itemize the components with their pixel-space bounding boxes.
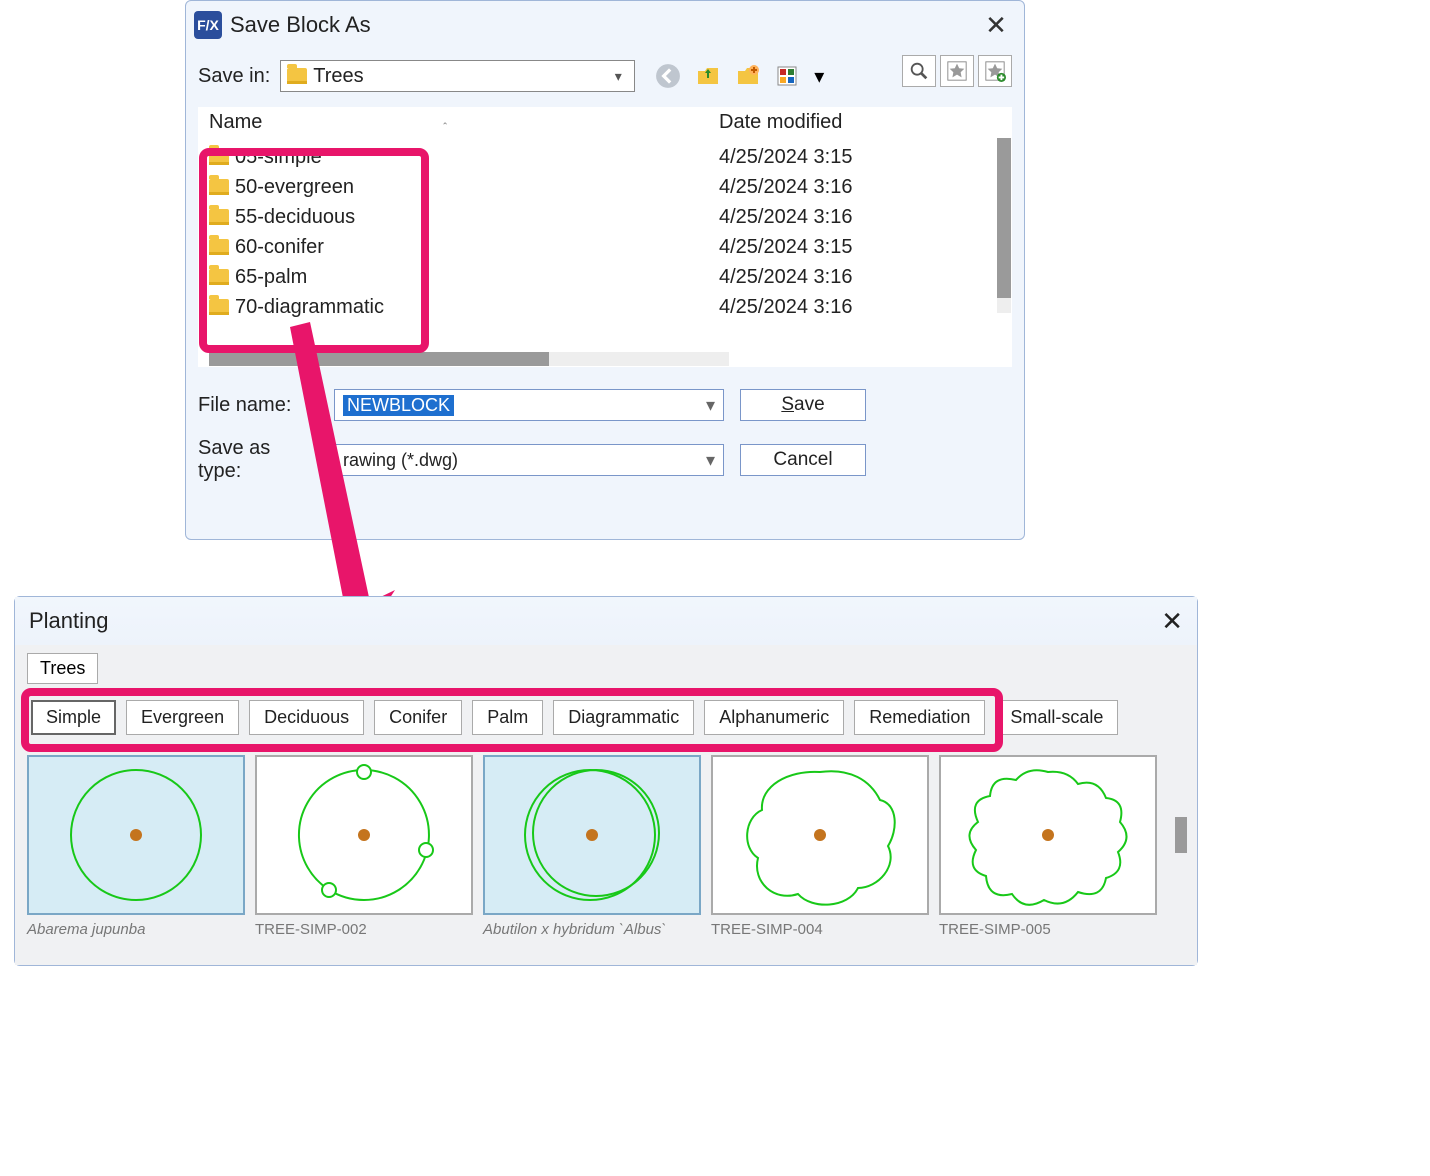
- save-as-type-field[interactable]: rawing (*.dwg) ▾: [334, 444, 724, 476]
- category-alphanumeric[interactable]: Alphanumeric: [704, 700, 844, 735]
- thumbnail-item[interactable]: Abutilon x hybridum `Albus`: [483, 755, 701, 938]
- folder-icon: [209, 299, 229, 315]
- save-in-combo[interactable]: Trees ▾: [280, 60, 635, 92]
- folder-icon: [209, 239, 229, 255]
- views-icon[interactable]: [771, 60, 805, 92]
- thumbnail-label: TREE-SIMP-002: [255, 921, 473, 938]
- folder-icon: [209, 269, 229, 285]
- folder-icon: [209, 179, 229, 195]
- chevron-down-icon[interactable]: ▾: [706, 395, 715, 416]
- category-simple[interactable]: Simple: [31, 700, 116, 735]
- save-in-label: Save in:: [198, 65, 270, 88]
- save-block-as-dialog: F/X Save Block As ✕ Save in: Trees ▾: [185, 0, 1025, 540]
- chevron-down-icon[interactable]: ▾: [706, 450, 715, 471]
- save-in-row: Save in: Trees ▾ ▾: [198, 55, 1012, 97]
- fx-logo-icon: F/X: [194, 11, 222, 39]
- dialog-title: Planting: [29, 608, 1161, 634]
- thumbnail-preview[interactable]: [711, 755, 929, 915]
- planting-dialog: Planting ✕ Trees Simple Evergreen Deciduou…: [14, 596, 1198, 966]
- thumbnail-preview[interactable]: [939, 755, 1157, 915]
- folder-date: 4/25/2024 3:16: [719, 266, 1011, 289]
- category-evergreen[interactable]: Evergreen: [126, 700, 239, 735]
- folder-icon: [287, 68, 307, 84]
- sort-caret-icon: ＾: [439, 121, 451, 138]
- file-name-value: NEWBLOCK: [343, 395, 454, 416]
- add-favorite-icon[interactable]: [978, 55, 1012, 87]
- folder-name: 65-palm: [235, 266, 307, 289]
- thumbnail-label: Abutilon x hybridum `Albus`: [483, 921, 701, 938]
- folder-name: 55-deciduous: [235, 206, 355, 229]
- file-list: Name ＾ Date modified 05-simple 4/25/2024…: [198, 107, 1012, 367]
- scrollbar-thumb[interactable]: [1175, 817, 1187, 853]
- save-button[interactable]: Save: [740, 389, 866, 421]
- category-bar: Simple Evergreen Deciduous Conifer Palm Diagr…: [27, 692, 1185, 743]
- chevron-down-icon[interactable]: ▾: [608, 68, 628, 85]
- file-name-label: File name:: [198, 394, 318, 417]
- close-icon[interactable]: ✕: [976, 10, 1016, 41]
- folder-name: 50-evergreen: [235, 176, 354, 199]
- thumbnail-label: TREE-SIMP-004: [711, 921, 929, 938]
- cancel-button[interactable]: Cancel: [740, 444, 866, 476]
- category-diagrammatic[interactable]: Diagrammatic: [553, 700, 694, 735]
- vertical-scrollbar[interactable]: [997, 138, 1011, 313]
- save-as-type-value: rawing (*.dwg): [343, 450, 458, 471]
- search-icon[interactable]: [902, 55, 936, 87]
- thumbnail-label: Abarema jupunba: [27, 921, 245, 938]
- category-deciduous[interactable]: Deciduous: [249, 700, 364, 735]
- thumbnail-item[interactable]: TREE-SIMP-004: [711, 755, 929, 938]
- category-conifer[interactable]: Conifer: [374, 700, 462, 735]
- up-folder-icon[interactable]: [691, 60, 725, 92]
- folder-icon: [209, 209, 229, 225]
- category-small-scale[interactable]: Small-scale: [995, 700, 1118, 735]
- folder-row[interactable]: 05-simple 4/25/2024 3:15: [199, 142, 1011, 172]
- folder-row[interactable]: 50-evergreen 4/25/2024 3:16: [199, 172, 1011, 202]
- right-toolbar: [902, 55, 1012, 87]
- thumbnail-preview[interactable]: [27, 755, 245, 915]
- scrollbar-thumb[interactable]: [209, 352, 549, 366]
- tab-trees[interactable]: Trees: [27, 653, 98, 684]
- nav-icons: ▾: [651, 60, 827, 92]
- folder-date: 4/25/2024 3:16: [719, 176, 1011, 199]
- close-icon[interactable]: ✕: [1161, 606, 1183, 637]
- thumbnail-preview[interactable]: [255, 755, 473, 915]
- folder-date: 4/25/2024 3:15: [719, 236, 1011, 259]
- folder-row[interactable]: 55-deciduous 4/25/2024 3:16: [199, 202, 1011, 232]
- dialog-title: Save Block As: [230, 12, 976, 38]
- col-date-header[interactable]: Date modified: [719, 111, 1011, 134]
- folder-row[interactable]: 70-diagrammatic 4/25/2024 3:16: [199, 292, 1011, 322]
- col-name-header[interactable]: Name ＾: [209, 111, 719, 134]
- scrollbar-thumb[interactable]: [997, 138, 1011, 298]
- thumbnail-item[interactable]: TREE-SIMP-005: [939, 755, 1157, 938]
- horizontal-scrollbar[interactable]: [209, 352, 729, 366]
- file-list-header: Name ＾ Date modified: [199, 108, 1011, 138]
- file-name-row: File name: NEWBLOCK ▾ Save: [198, 389, 1012, 421]
- thumbnail-item[interactable]: Abarema jupunba: [27, 755, 245, 938]
- folder-row[interactable]: 60-conifer 4/25/2024 3:15: [199, 232, 1011, 262]
- folder-row[interactable]: 65-palm 4/25/2024 3:16: [199, 262, 1011, 292]
- folder-name: 70-diagrammatic: [235, 296, 384, 319]
- file-name-field[interactable]: NEWBLOCK ▾: [334, 389, 724, 421]
- save-as-type-row: Save as type: rawing (*.dwg) ▾ Cancel: [198, 437, 1012, 483]
- folder-name: 60-conifer: [235, 236, 324, 259]
- back-icon[interactable]: [651, 60, 685, 92]
- save-in-value: Trees: [313, 65, 602, 88]
- thumbnail-row: Abarema jupunba TREE-SIMP-002 Abutilon x …: [27, 755, 1185, 938]
- titlebar: Planting ✕: [15, 597, 1197, 645]
- thumbnail-preview[interactable]: [483, 755, 701, 915]
- thumbnail-label: TREE-SIMP-005: [939, 921, 1157, 938]
- folder-icon: [209, 149, 229, 165]
- views-dropdown-icon[interactable]: ▾: [811, 60, 827, 92]
- new-folder-icon[interactable]: [731, 60, 765, 92]
- folder-date: 4/25/2024 3:16: [719, 206, 1011, 229]
- category-remediation[interactable]: Remediation: [854, 700, 985, 735]
- favorite-icon[interactable]: [940, 55, 974, 87]
- titlebar: F/X Save Block As ✕: [186, 1, 1024, 49]
- vertical-scrollbar[interactable]: [1175, 755, 1187, 915]
- folder-date: 4/25/2024 3:16: [719, 296, 1011, 319]
- folder-date: 4/25/2024 3:15: [719, 146, 1011, 169]
- folder-name: 05-simple: [235, 146, 322, 169]
- save-as-type-label: Save as type:: [198, 437, 318, 483]
- category-palm[interactable]: Palm: [472, 700, 543, 735]
- thumbnail-item[interactable]: TREE-SIMP-002: [255, 755, 473, 938]
